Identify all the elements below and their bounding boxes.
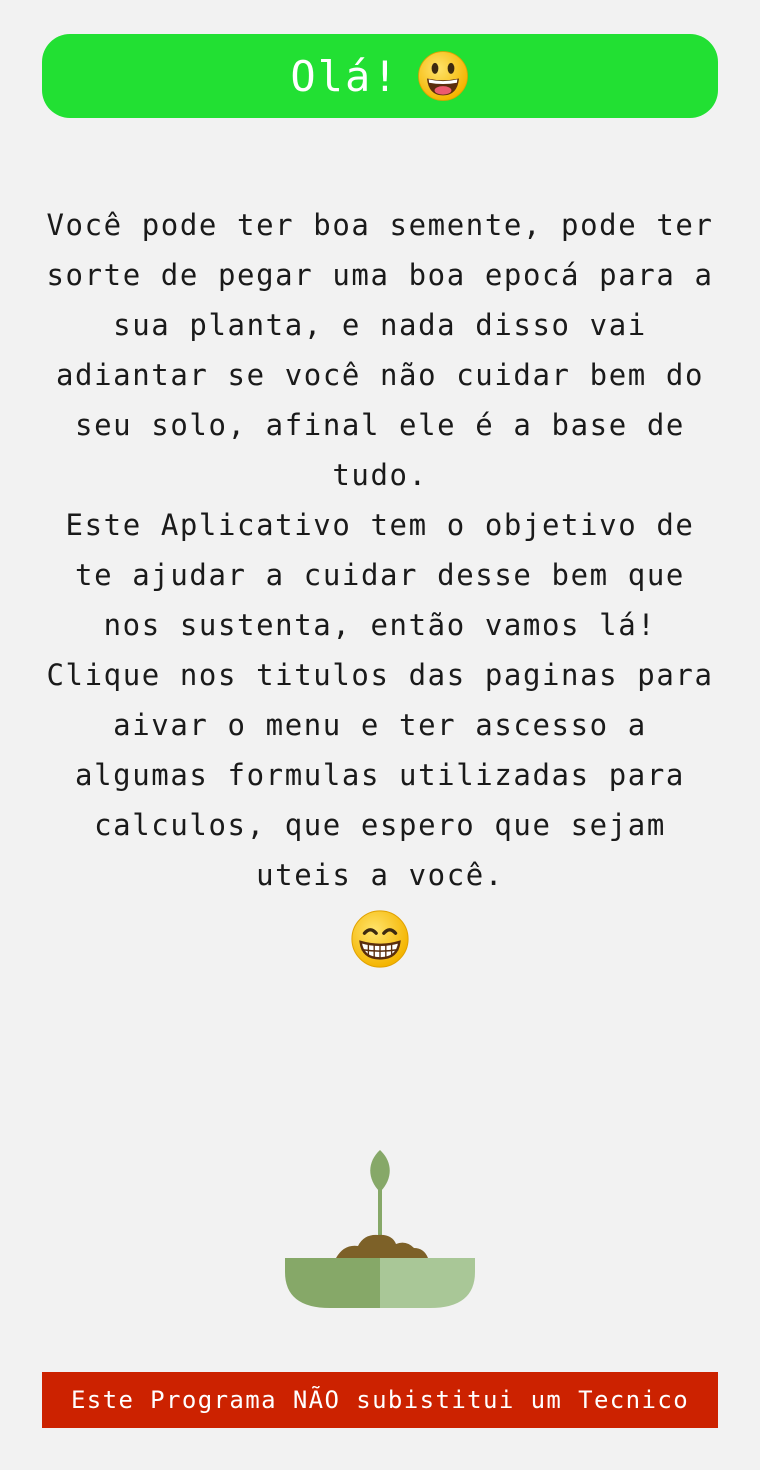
smiley-face-icon [417, 51, 468, 101]
page-title: Olá! [290, 51, 400, 101]
sprout-in-pot-icon [285, 1150, 475, 1308]
grinning-face-icon [351, 910, 409, 968]
page-title-bar[interactable]: Olá! [42, 34, 718, 118]
intro-paragraph: Este Aplicativo tem o objetivo de te aju… [65, 508, 695, 642]
intro-text: Você pode ter boa semente, pode ter sort… [40, 200, 720, 900]
disclaimer-banner: Este Programa NÃO subistitui um Tecnico [42, 1372, 718, 1428]
disclaimer-text: Este Programa NÃO subistitui um Tecnico [70, 1386, 690, 1414]
intro-paragraph: Você pode ter boa semente, pode ter sort… [46, 208, 714, 492]
intro-paragraph: Clique nos titulos das paginas para aiva… [46, 658, 714, 892]
